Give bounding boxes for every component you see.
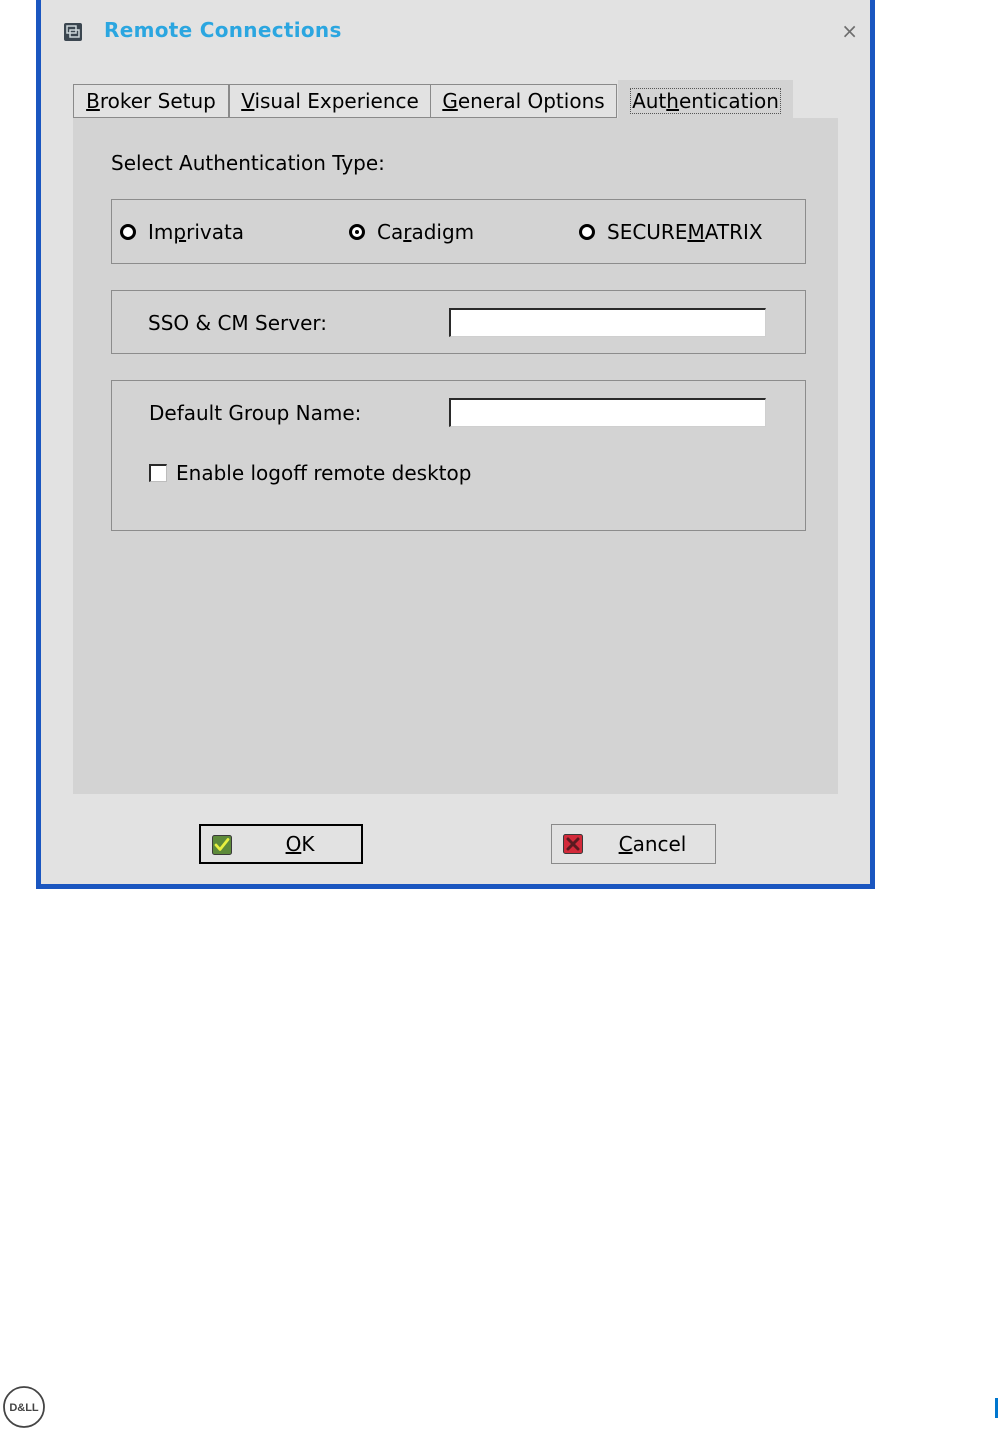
- cancel-button[interactable]: Cancel: [551, 824, 716, 864]
- radio-caradigm[interactable]: Ca r adigm: [349, 220, 474, 244]
- page-edge-marker: [995, 1398, 998, 1418]
- default-group-name-input[interactable]: [449, 398, 766, 427]
- enable-logoff-checkbox[interactable]: Enable logoff remote desktop: [149, 461, 471, 485]
- radio-button-indicator: [579, 224, 595, 240]
- tab-broker-setup[interactable]: Broker Setup: [73, 84, 229, 118]
- ok-button[interactable]: OK: [199, 824, 363, 864]
- checkbox-box: [149, 464, 167, 482]
- svg-text:D&LL: D&LL: [9, 1402, 39, 1414]
- default-group-name-label: Default Group Name:: [149, 401, 362, 425]
- close-icon[interactable]: ×: [841, 20, 858, 42]
- radio-button-indicator-selected: [349, 224, 365, 240]
- group-settings-group: Default Group Name: Enable logoff remote…: [111, 380, 806, 531]
- radio-button-indicator: [120, 224, 136, 240]
- tab-visual-experience[interactable]: Visual Experience: [229, 84, 431, 118]
- sso-server-group: SSO & CM Server:: [111, 290, 806, 354]
- window-title: Remote Connections: [104, 18, 342, 42]
- sso-server-input[interactable]: [449, 308, 766, 337]
- radio-securematrix[interactable]: SECURE M ATRIX: [579, 220, 763, 244]
- remote-connections-dialog: Remote Connections × Broker Setup Visual…: [36, 0, 875, 889]
- auth-type-group: Im p rivata Ca r adigm SECURE M ATRIX: [111, 199, 806, 264]
- tab-general-options[interactable]: General Options: [430, 84, 617, 118]
- authentication-panel: Select Authentication Type: Im p rivata Ca…: [73, 118, 838, 794]
- radio-imprivata[interactable]: Im p rivata: [120, 220, 244, 244]
- title-bar[interactable]: Remote Connections ×: [41, 0, 870, 62]
- tab-authentication[interactable]: Authentication: [618, 80, 793, 118]
- dell-logo-icon: D&LL: [3, 1386, 45, 1428]
- auth-type-label: Select Authentication Type:: [111, 151, 385, 175]
- remote-connections-icon: [64, 23, 82, 41]
- enable-logoff-label: Enable logoff remote desktop: [176, 461, 472, 485]
- sso-server-label: SSO & CM Server:: [148, 311, 327, 335]
